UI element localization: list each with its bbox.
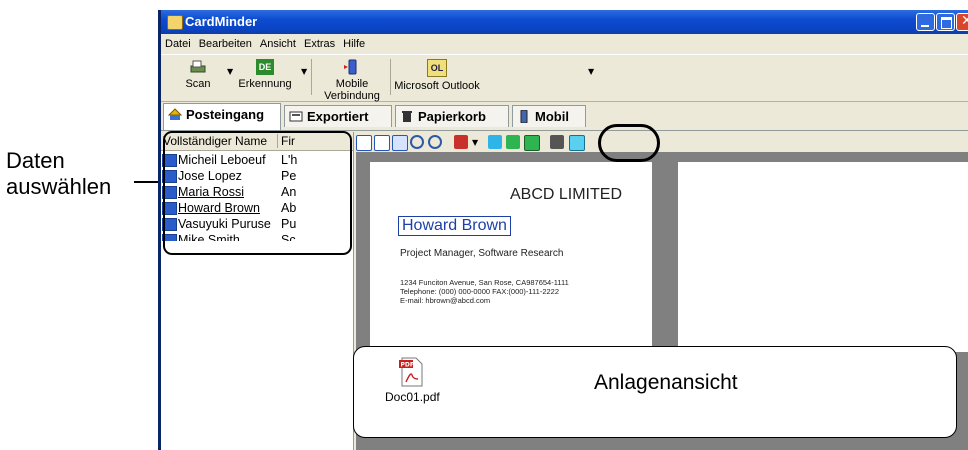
outlook-icon: OL xyxy=(427,59,447,77)
toolbar-separator xyxy=(311,59,312,95)
annotation-line-2: auswählen xyxy=(6,174,112,199)
menu-ansicht[interactable]: Ansicht xyxy=(260,35,296,53)
attachment-file-name: Doc01.pdf xyxy=(385,390,440,404)
menu-bar: Datei Bearbeiten Ansicht Extras Hilfe xyxy=(161,35,968,53)
card-job-title: Project Manager, Software Research xyxy=(400,248,564,259)
close-button[interactable]: ✕ xyxy=(956,13,968,31)
mobile-phone-icon xyxy=(344,59,357,75)
viewer-toolbar: ▼ xyxy=(356,132,968,152)
inbox-icon xyxy=(168,108,182,120)
export-icon xyxy=(289,111,303,122)
pdf-badge: PDF xyxy=(401,362,414,369)
menu-hilfe[interactable]: Hilfe xyxy=(343,35,365,53)
rotate-right-icon[interactable] xyxy=(374,135,390,151)
tab-papierkorb[interactable]: Papierkorb xyxy=(395,105,509,127)
card-person-name[interactable]: Howard Brown xyxy=(398,216,511,236)
list-highlight-box xyxy=(163,131,352,255)
outlook-label: Microsoft Outlook xyxy=(394,80,480,92)
mobile-icon xyxy=(520,110,528,123)
scanner-icon xyxy=(190,60,206,73)
window-title: CardMinder xyxy=(185,14,258,29)
erkennung-dropdown-arrow[interactable]: ▼ xyxy=(301,67,307,76)
card-email: E-mail: hbrown@abcd.com xyxy=(400,296,491,305)
maximize-button[interactable] xyxy=(936,13,955,31)
erkennung-button[interactable]: DE Erkennung xyxy=(237,57,293,97)
card-company: ABCD LIMITED xyxy=(509,186,622,203)
export-card-icon[interactable] xyxy=(454,135,468,149)
menu-datei[interactable]: Datei xyxy=(165,35,191,53)
card-phone: Telephone: (000) 000-0000 FAX:(000)-111-… xyxy=(400,287,559,296)
tab-mobil[interactable]: Mobil xyxy=(512,105,586,127)
tab-label: Mobil xyxy=(535,109,569,124)
attachment-view-icon[interactable] xyxy=(569,135,585,151)
tab-label: Posteingang xyxy=(186,107,265,122)
outlook-dropdown-arrow[interactable]: ▼ xyxy=(588,67,594,76)
outlook-button[interactable]: OL Microsoft Outlook xyxy=(391,57,483,97)
card-address-block: 1234 Funciton Avenue, San Rose, CA987654… xyxy=(400,278,569,305)
card-address: 1234 Funciton Avenue, San Rose, CA987654… xyxy=(400,278,569,287)
attachment-view-label: Anlagenansicht xyxy=(594,371,738,394)
front-side-icon[interactable] xyxy=(488,135,502,149)
mobile-connection-button[interactable]: Mobile Verbindung xyxy=(315,57,389,102)
attachment-panel: PDF Doc01.pdf Anlagenansicht xyxy=(353,346,957,438)
recognition-icon: DE xyxy=(256,59,274,75)
main-toolbar: Scan ▼ DE Erkennung ▼ Mobile Verbindung … xyxy=(161,54,968,102)
mobile-label: Mobile Verbindung xyxy=(324,78,380,102)
export-dropdown-arrow[interactable]: ▼ xyxy=(472,138,478,147)
back-side-icon[interactable] xyxy=(506,135,520,149)
rotate-left-icon[interactable] xyxy=(356,135,372,151)
minimize-button[interactable] xyxy=(916,13,935,31)
app-icon xyxy=(167,15,183,30)
menu-bearbeiten[interactable]: Bearbeiten xyxy=(199,35,252,53)
erkennung-label: Erkennung xyxy=(238,78,292,90)
minimize-icon xyxy=(921,25,929,27)
close-icon: ✕ xyxy=(961,13,968,29)
annotation-label: Daten auswählen xyxy=(6,148,111,200)
business-card-back xyxy=(678,162,968,352)
scan-label: Scan xyxy=(185,78,211,90)
trash-icon xyxy=(402,111,412,122)
zoom-out-icon[interactable] xyxy=(428,135,442,149)
tab-posteingang[interactable]: Posteingang xyxy=(163,103,281,130)
tab-label: Papierkorb xyxy=(418,109,486,124)
fit-page-icon[interactable] xyxy=(392,135,408,151)
both-sides-icon[interactable] xyxy=(524,135,540,151)
maximize-icon xyxy=(941,17,952,29)
menu-extras[interactable]: Extras xyxy=(304,35,335,53)
pdf-file-icon[interactable]: PDF xyxy=(398,357,424,387)
zoom-in-icon[interactable] xyxy=(410,135,424,149)
attachment-view-highlight-circle xyxy=(598,124,660,162)
scan-button[interactable]: Scan xyxy=(175,57,221,97)
title-bar: CardMinder ✕ xyxy=(161,10,968,34)
tab-bar: Posteingang Exportiert Papierkorb Mobil xyxy=(161,103,968,131)
scan-dropdown-arrow[interactable]: ▼ xyxy=(227,67,233,76)
annotation-line-1: Daten xyxy=(6,148,65,173)
tab-label: Exportiert xyxy=(307,109,369,124)
split-view-icon[interactable] xyxy=(550,135,564,149)
business-card-front: ABCD LIMITED Howard Brown Project Manage… xyxy=(370,162,652,352)
tab-exportiert[interactable]: Exportiert xyxy=(284,105,392,127)
